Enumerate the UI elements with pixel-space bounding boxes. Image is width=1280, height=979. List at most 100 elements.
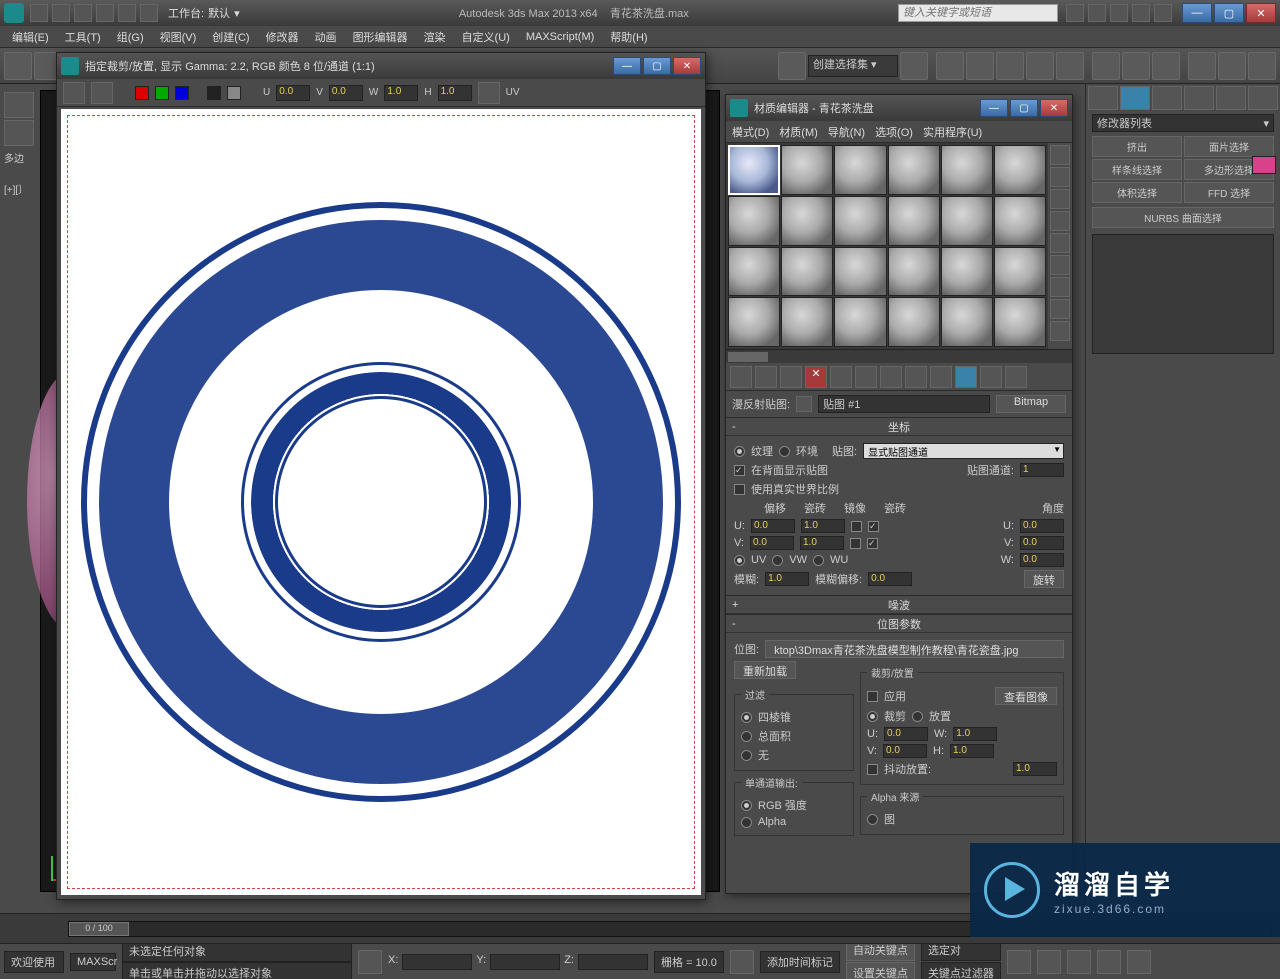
crop-tool-clear-icon[interactable] <box>91 82 113 104</box>
eyedropper-icon[interactable] <box>796 396 812 412</box>
assign-icon[interactable] <box>780 366 802 388</box>
matmenu-material[interactable]: 材质(M) <box>779 124 818 140</box>
x-input[interactable] <box>402 954 472 970</box>
crop-v-val[interactable]: 0.0 <box>883 744 927 758</box>
channel-alpha-icon[interactable] <box>227 86 241 100</box>
bitmap-crop-titlebar[interactable]: 指定裁剪/放置, 显示 Gamma: 2.2, RGB 颜色 8 位/通道 (1… <box>57 53 705 79</box>
material-slot[interactable] <box>994 196 1046 246</box>
material-slot[interactable] <box>888 196 940 246</box>
coords-rollout-header[interactable]: -坐标 <box>726 418 1072 436</box>
crop-w-val[interactable]: 1.0 <box>953 727 997 741</box>
menu-tools[interactable]: 工具(T) <box>59 27 107 47</box>
bitmap-crop-min-button[interactable]: — <box>613 57 641 75</box>
object-color-swatch[interactable] <box>1252 156 1276 174</box>
slot-count-icon[interactable] <box>1050 321 1070 341</box>
infocenter-icon[interactable] <box>1066 4 1084 22</box>
material-slot[interactable] <box>834 247 886 297</box>
star-icon[interactable] <box>1088 4 1106 22</box>
scroll-thumb[interactable] <box>728 352 768 362</box>
qat-redo-icon[interactable] <box>118 4 136 22</box>
backlight-icon[interactable] <box>1050 167 1070 187</box>
material-slot[interactable] <box>888 145 940 195</box>
configure-sets-icon[interactable] <box>1188 360 1210 382</box>
mod-nurbssel[interactable]: NURBS 曲面选择 <box>1092 207 1274 228</box>
hierarchy-tab-icon[interactable] <box>1152 86 1182 110</box>
material-slot[interactable] <box>728 196 780 246</box>
play-start-icon[interactable] <box>1007 950 1031 974</box>
v-offset[interactable]: 0.0 <box>750 536 794 550</box>
v-mirror-check[interactable] <box>850 538 861 549</box>
w-angle[interactable]: 0.0 <box>1020 553 1064 567</box>
crop-h-value[interactable]: 1.0 <box>438 85 472 101</box>
teapot2-icon[interactable] <box>1218 52 1246 80</box>
channel-mono-icon[interactable] <box>207 86 221 100</box>
setkey-button[interactable]: 设置关键点 <box>846 962 915 979</box>
options-icon[interactable] <box>1050 277 1070 297</box>
blur-value[interactable]: 1.0 <box>765 572 809 586</box>
menu-customize[interactable]: 自定义(U) <box>456 27 516 47</box>
align-icon[interactable] <box>936 52 964 80</box>
keyfilter-button[interactable]: 关键点过滤器 <box>921 962 1001 979</box>
left-tool-2-icon[interactable] <box>4 120 34 146</box>
display-tab-icon[interactable] <box>1216 86 1246 110</box>
add-time-tag[interactable]: 添加时间标记 <box>760 951 840 973</box>
abc-icon[interactable] <box>778 52 806 80</box>
background-icon[interactable] <box>1050 189 1070 209</box>
apply-check[interactable] <box>867 691 878 702</box>
sample-uv-icon[interactable] <box>1050 211 1070 231</box>
create-tab-icon[interactable] <box>1088 86 1118 110</box>
crop-tool-save-icon[interactable] <box>63 82 85 104</box>
crop-h-val[interactable]: 1.0 <box>950 744 994 758</box>
sample-type-icon[interactable] <box>1050 145 1070 165</box>
crop-radio[interactable] <box>867 711 878 722</box>
mod-splinesel[interactable]: 样条线选择 <box>1092 159 1182 180</box>
map-type-button[interactable]: Bitmap <box>996 395 1066 413</box>
app-logo-icon[interactable] <box>4 3 24 23</box>
modify-tab-icon[interactable] <box>1120 86 1150 110</box>
play-end-icon[interactable] <box>1127 950 1151 974</box>
modifier-list-dropdown[interactable]: 修改器列表▾ <box>1092 114 1274 132</box>
material-slot[interactable] <box>781 297 833 347</box>
get-material-icon[interactable] <box>730 366 752 388</box>
menu-group[interactable]: 组(G) <box>111 27 150 47</box>
bitmap-crop-close-button[interactable]: ✕ <box>673 57 701 75</box>
bitmap-path-button[interactable]: ktop\3Dmax青花茶洗盘模型制作教程\青花瓷盘.jpg <box>765 640 1064 658</box>
mirror-icon[interactable] <box>900 52 928 80</box>
view-image-button[interactable]: 查看图像 <box>995 687 1057 705</box>
place-radio[interactable] <box>912 711 923 722</box>
material-slot[interactable] <box>834 145 886 195</box>
u-tile-check[interactable] <box>868 521 879 532</box>
menu-animation[interactable]: 动画 <box>309 27 343 47</box>
render-icon[interactable] <box>1152 52 1180 80</box>
filter-pyramidal-radio[interactable] <box>741 712 752 723</box>
qat-undo-icon[interactable] <box>96 4 114 22</box>
crop-w-value[interactable]: 1.0 <box>384 85 418 101</box>
make-copy-icon[interactable] <box>830 366 852 388</box>
material-slot[interactable] <box>941 145 993 195</box>
play-prev-icon[interactable] <box>1037 950 1061 974</box>
uv-radio[interactable] <box>734 555 745 566</box>
mod-patchsel[interactable]: 面片选择 <box>1184 136 1274 157</box>
preview-icon[interactable] <box>1050 255 1070 275</box>
wu-radio[interactable] <box>813 555 824 566</box>
teapot1-icon[interactable] <box>1188 52 1216 80</box>
go-parent-icon[interactable] <box>980 366 1002 388</box>
selset-label[interactable]: 选定对 <box>921 943 1001 961</box>
menu-grapheditors[interactable]: 图形编辑器 <box>347 27 414 47</box>
env-radio[interactable] <box>779 446 790 457</box>
workspace-switcher[interactable]: 工作台: 默认 ▾ <box>168 5 240 21</box>
jitter-value[interactable]: 1.0 <box>1013 762 1057 776</box>
material-slot[interactable] <box>994 247 1046 297</box>
mod-volsel[interactable]: 体积选择 <box>1092 182 1182 203</box>
material-slot[interactable] <box>728 247 780 297</box>
crop-uv-toggle-icon[interactable] <box>478 82 500 104</box>
material-hscroll[interactable] <box>726 349 1072 363</box>
material-editor-titlebar[interactable]: 材质编辑器 - 青花茶洗盘 — ▢ ✕ <box>726 95 1072 121</box>
reload-button[interactable]: 重新加载 <box>734 661 796 679</box>
menu-edit[interactable]: 编辑(E) <box>6 27 55 47</box>
menu-modifiers[interactable]: 修改器 <box>260 27 305 47</box>
mod-extrude[interactable]: 挤出 <box>1092 136 1182 157</box>
layers-icon[interactable] <box>966 52 994 80</box>
u-tile[interactable]: 1.0 <box>801 519 845 533</box>
mapchan-value[interactable]: 1 <box>1020 463 1064 477</box>
